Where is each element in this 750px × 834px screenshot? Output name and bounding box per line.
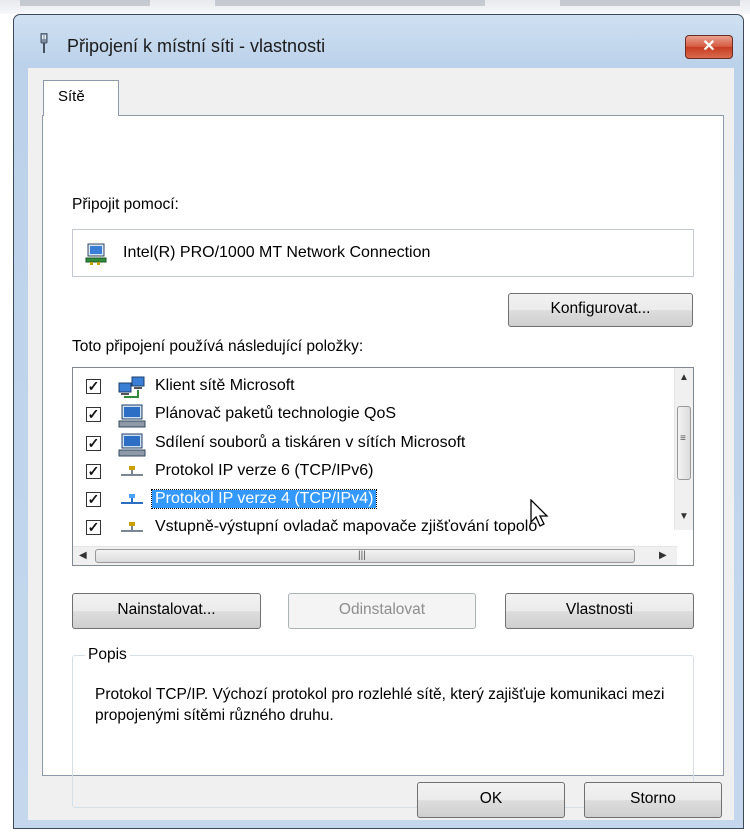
vertical-scrollbar[interactable]: ▲ ≡ ▼ (674, 368, 693, 530)
components-list[interactable]: ✓ Klient sítě Microsoft ✓ Plánovač paket… (72, 367, 694, 566)
properties-dialog: Připojení k místní síti - vlastnosti ✕ S… (13, 14, 744, 829)
list-item-label: Klient sítě Microsoft (155, 377, 295, 394)
background-text (215, 0, 485, 6)
configure-button[interactable]: Konfigurovat... (508, 293, 693, 327)
tab-networking[interactable]: Sítě (43, 80, 119, 116)
list-item[interactable]: ✓ Klient sítě Microsoft (73, 373, 663, 401)
dialog-client-area: Sítě Připojit pomocí: Intel(R) PRO/1000 … (28, 68, 734, 820)
list-item-label: Sdílení souborů a tiskáren v sítích Micr… (155, 434, 466, 451)
description-text: Protokol TCP/IP. Výchozí protokol pro ro… (95, 686, 665, 724)
items-label: Toto připojení používá následující polož… (72, 338, 364, 355)
background-text (560, 0, 740, 6)
connect-using-label: Připojit pomocí: (72, 196, 179, 213)
description-title: Popis (85, 646, 130, 664)
dialog-title: Připojení k místní síti - vlastnosti (67, 36, 326, 56)
tab-panel: Připojit pomocí: Intel(R) PRO/1000 MT Ne… (42, 115, 724, 808)
network-client-icon (118, 376, 145, 398)
list-item-selected[interactable]: ✓ Protokol IP verze 4 (TCP/IPv4) (73, 486, 663, 514)
checkbox[interactable]: ✓ (86, 520, 101, 535)
mouse-cursor-icon (530, 499, 549, 527)
list-item-label: Protokol IP verze 4 (TCP/IPv4) (150, 489, 378, 509)
scroll-down-arrow-icon[interactable]: ▼ (679, 511, 689, 522)
network-adapter-icon (85, 243, 107, 265)
checkbox[interactable]: ✓ (86, 436, 101, 451)
list-item[interactable]: ✓ Vstupně-výstupní ovladač mapovače zjiš… (73, 514, 663, 542)
scroll-left-arrow-icon[interactable]: ◀ (79, 550, 87, 561)
checkbox[interactable]: ✓ (86, 407, 101, 422)
scroll-up-arrow-icon[interactable]: ▲ (679, 372, 689, 383)
horizontal-scroll-thumb[interactable]: ||| (95, 549, 635, 563)
adapter-box: Intel(R) PRO/1000 MT Network Connection (72, 229, 694, 277)
grip-icon: ||| (358, 550, 366, 561)
vertical-scroll-thumb[interactable]: ≡ (677, 406, 691, 480)
list-item[interactable]: ✓ Protokol IP verze 6 (TCP/IPv6) (73, 458, 663, 486)
horizontal-scrollbar[interactable]: ◀ ||| ▶ (73, 546, 677, 565)
ok-button[interactable]: OK (417, 782, 565, 818)
checkbox[interactable]: ✓ (86, 379, 101, 394)
list-item-label: Protokol IP verze 6 (TCP/IPv6) (155, 462, 374, 479)
list-item-label: Plánovač paketů technologie QoS (155, 405, 397, 422)
grip-icon: ≡ (680, 433, 686, 444)
network-protocol-icon (121, 466, 143, 476)
install-button[interactable]: Nainstalovat... (72, 593, 261, 629)
network-service-icon (118, 433, 146, 457)
adapter-name: Intel(R) PRO/1000 MT Network Connection (123, 244, 431, 261)
network-service-icon (118, 404, 146, 428)
list-item[interactable]: ✓ Sdílení souborů a tiskáren v sítích Mi… (73, 430, 663, 458)
background-text (20, 0, 150, 6)
background-window-strip (0, 0, 750, 14)
network-protocol-icon (121, 494, 143, 504)
checkbox[interactable]: ✓ (86, 492, 101, 507)
list-item[interactable]: ✓ Plánovač paketů technologie QoS (73, 401, 663, 429)
title-bar[interactable]: Připojení k místní síti - vlastnosti ✕ (14, 15, 743, 73)
list-item-label: Vstupně-výstupní ovladač mapovače zjišťo… (155, 518, 538, 535)
scroll-right-arrow-icon[interactable]: ▶ (659, 550, 667, 561)
cancel-button[interactable]: Storno (584, 782, 722, 818)
network-plug-icon (40, 33, 48, 53)
close-button[interactable]: ✕ (685, 35, 733, 59)
properties-button[interactable]: Vlastnosti (505, 593, 694, 629)
uninstall-button[interactable]: Odinstalovat (288, 593, 476, 629)
checkbox[interactable]: ✓ (86, 464, 101, 479)
network-protocol-icon (121, 522, 143, 532)
